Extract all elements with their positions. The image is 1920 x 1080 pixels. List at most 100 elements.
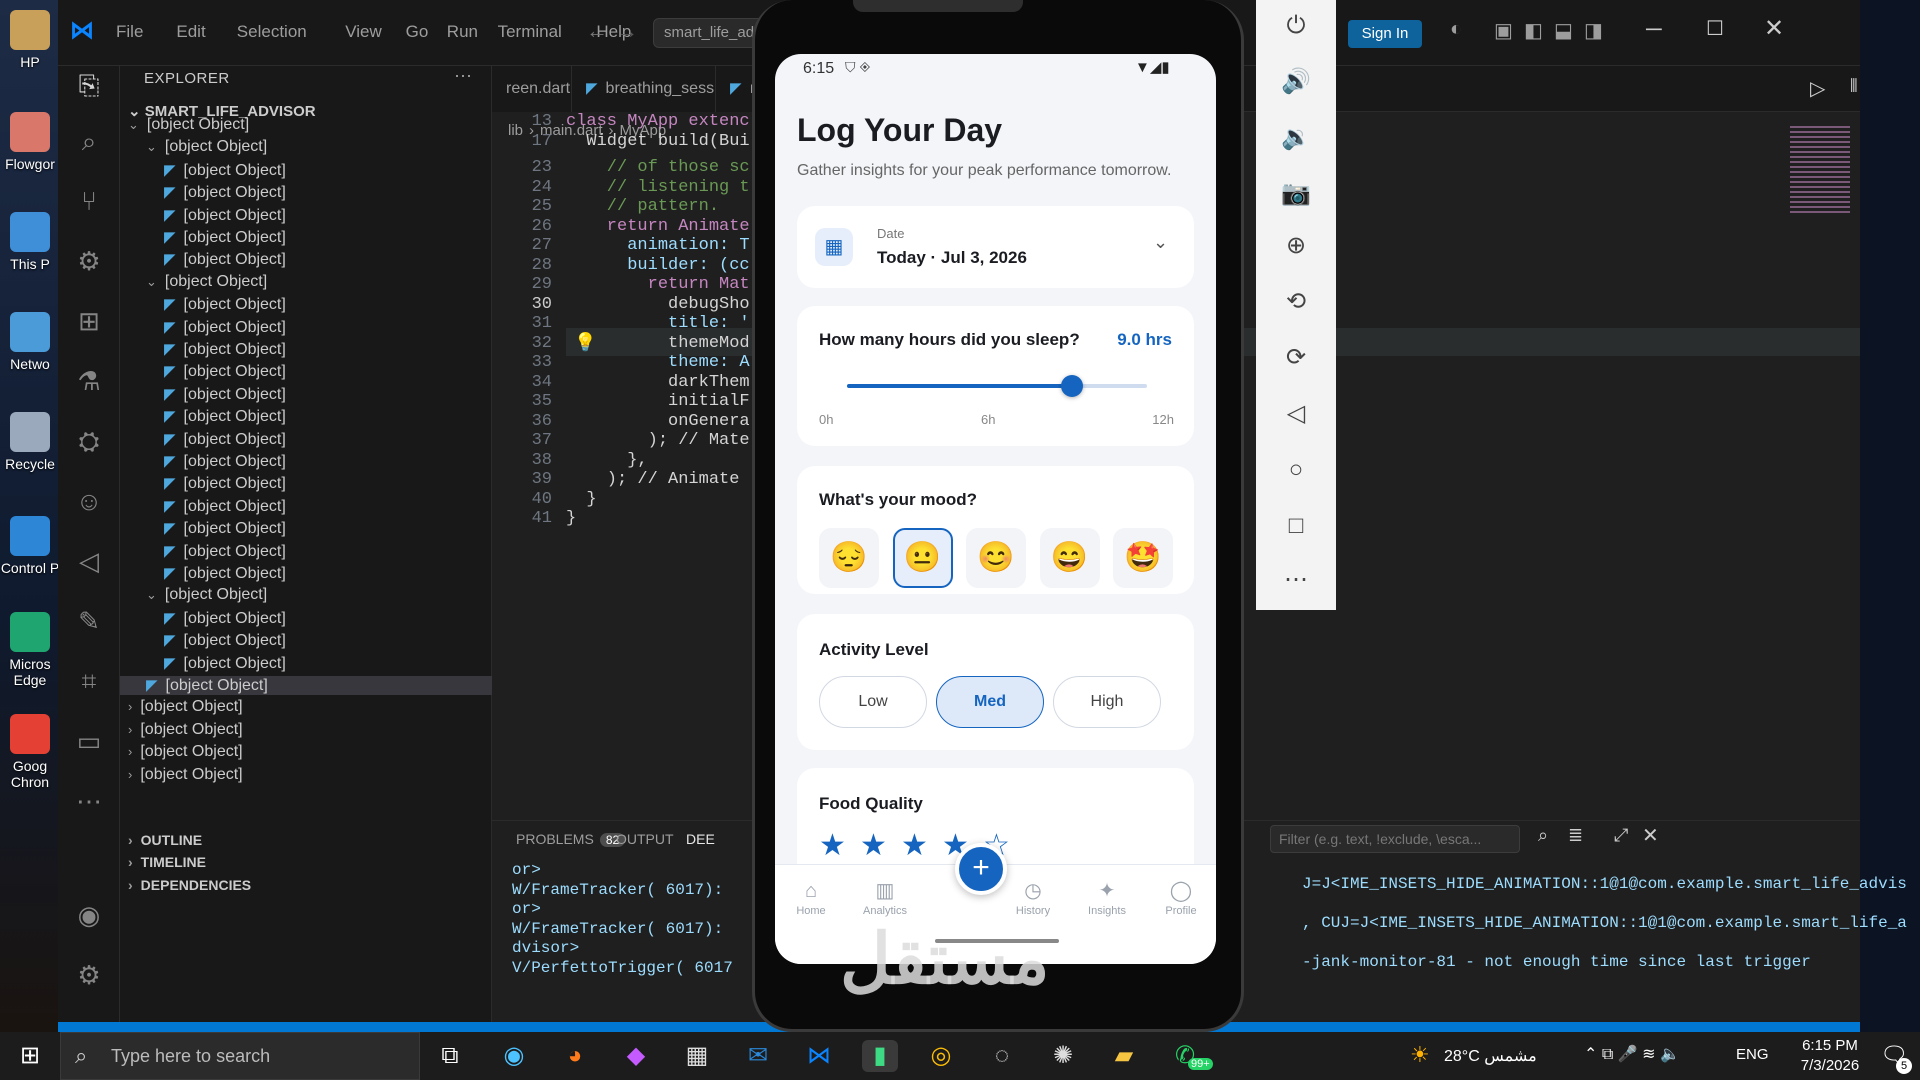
nav-insights[interactable]: ✦ Insights	[1071, 879, 1143, 917]
file-explorer-icon[interactable]: ▰	[1106, 1040, 1142, 1072]
maximize-icon[interactable]: ☐	[1706, 16, 1724, 41]
file-home_screen-dart[interactable]: ◤ [object Object]	[164, 430, 286, 449]
home-icon[interactable]: ○	[1276, 450, 1316, 490]
toggle-secondary-sidebar-icon[interactable]: ◨	[1584, 18, 1603, 43]
file-main-dart[interactable]: ◤ [object Object]	[120, 676, 492, 695]
rotate-right-icon[interactable]: ⟳	[1276, 338, 1316, 378]
m365-icon[interactable]: ◆	[618, 1040, 654, 1072]
file-onboarding_dots-dart[interactable]: ◤ [object Object]	[164, 654, 286, 673]
folder-macos[interactable]: › [object Object]	[128, 721, 243, 739]
vscode-taskbar-icon[interactable]: ⋈	[801, 1040, 837, 1072]
file-animated_info_badge-dart[interactable]: ◤ [object Object]	[164, 609, 286, 628]
desktop-icon[interactable]: Recycle	[0, 412, 60, 472]
nav-analytics[interactable]: ▥ Analytics	[849, 879, 921, 917]
extensions-icon[interactable]: ⊞	[70, 302, 108, 340]
nav-profile[interactable]: ◯ Profile	[1145, 879, 1216, 917]
python-icon[interactable]: ⛭	[70, 422, 108, 460]
close-panel-icon[interactable]: ✕	[1642, 823, 1659, 848]
panel-tab-output[interactable]: OUTPUT	[616, 831, 674, 847]
search-icon[interactable]: ⌕	[70, 122, 108, 160]
clear-output-icon[interactable]: ≣	[1568, 825, 1583, 846]
file-signup_screen-dart[interactable]: ◤ [object Object]	[164, 542, 286, 561]
desktop-icon[interactable]: Flowgor	[0, 112, 60, 172]
clock[interactable]: 6:15 PM 7/3/2026	[1792, 1036, 1868, 1076]
close-window-icon[interactable]: ✕	[1764, 14, 1784, 43]
mood-option[interactable]: 😄	[1039, 528, 1100, 588]
remote-explorer-icon[interactable]: ⌗	[70, 662, 108, 700]
task-view-icon[interactable]: ⧉	[432, 1040, 468, 1072]
emulator-taskbar-icon[interactable]: ▮	[862, 1040, 898, 1072]
file-breathing_session_screen-dart[interactable]: ◤ [object Object]	[164, 362, 286, 381]
file-history_screen-dart[interactable]: ◤ [object Object]	[164, 407, 286, 426]
flutter-icon[interactable]: ◁	[70, 542, 108, 580]
panel-filter-input[interactable]: Filter (e.g. text, !exclude, \esca...	[1270, 825, 1520, 853]
section-timeline[interactable]: › TIMELINE	[128, 854, 206, 870]
file-user_profile_service-dart[interactable]: ◤ [object Object]	[164, 206, 286, 225]
desktop-icon[interactable]: HP	[0, 10, 60, 70]
panel-tab-problems[interactable]: PROBLEMS 82	[516, 831, 626, 847]
folder-core[interactable]: ⌄ [object Object]	[146, 138, 267, 156]
run-debug-icon[interactable]: ⚙	[70, 242, 108, 280]
back-icon[interactable]: ◁	[1276, 394, 1316, 434]
menu-view[interactable]: View	[345, 22, 382, 42]
nav-home[interactable]: ⌂ Home	[775, 879, 847, 917]
minimize-icon[interactable]: ─	[1646, 16, 1662, 42]
source-control-icon[interactable]: ⑂	[70, 182, 108, 220]
file-ai_insights_screen-dart[interactable]: ◤ [object Object]	[164, 318, 286, 337]
folder-screens[interactable]: ⌄ [object Object]	[146, 273, 267, 291]
file-wellness_analytics-dart[interactable]: ◤ [object Object]	[164, 250, 286, 269]
file-analytics_screen-dart[interactable]: ◤ [object Object]	[164, 340, 286, 359]
desktop-icon[interactable]: Micros Edge	[0, 612, 60, 688]
edge-icon[interactable]: ◉	[496, 1040, 532, 1072]
desktop-icon[interactable]: Control P	[0, 516, 60, 576]
desktop-icon[interactable]: Goog Chron	[0, 714, 60, 790]
volume-up-icon[interactable]: 🔊	[1276, 62, 1316, 102]
mood-option[interactable]: 😔	[819, 528, 879, 588]
overview-icon[interactable]: □	[1276, 506, 1316, 546]
editor-tab[interactable]: ◤ breathing_sessic	[572, 66, 716, 112]
more-options-icon[interactable]: ⋯	[1276, 560, 1316, 600]
chatgpt-icon[interactable]: ✺	[1045, 1040, 1081, 1072]
section-outline[interactable]: › OUTLINE	[128, 832, 202, 848]
file-routes-dart[interactable]: ◤ [object Object]	[164, 161, 286, 180]
file-splash_screen-dart[interactable]: ◤ [object Object]	[164, 564, 286, 583]
folder-lib[interactable]: ⌄ [object Object]	[128, 116, 249, 134]
zoom-icon[interactable]: ⊕	[1276, 226, 1316, 266]
power-icon[interactable]: ⏻	[1276, 6, 1316, 46]
add-entry-fab[interactable]: +	[955, 843, 1007, 895]
account-icon[interactable]: ◉	[70, 896, 108, 934]
nav-history[interactable]: ◷ History	[997, 879, 1069, 917]
camera-icon[interactable]: 📷	[1276, 174, 1316, 214]
star-filled-icon[interactable]: ★	[860, 828, 887, 863]
sleep-slider-thumb[interactable]	[1061, 375, 1083, 397]
mood-option[interactable]: 😐	[892, 528, 953, 588]
sign-in-button[interactable]: Sign In	[1348, 20, 1422, 48]
sleep-slider[interactable]	[847, 375, 1147, 397]
menu-file[interactable]: File	[116, 22, 143, 42]
date-selector[interactable]: ▦ Date Today · Jul 3, 2026 ⌄	[797, 206, 1194, 288]
maximize-panel-icon[interactable]: ⤢	[1614, 825, 1628, 846]
obs-icon[interactable]: ◌	[984, 1040, 1020, 1072]
activity-high-button[interactable]: High	[1053, 676, 1161, 728]
minimap[interactable]	[1790, 126, 1850, 216]
forward-arrow-icon[interactable]: →	[616, 18, 638, 44]
menu-terminal[interactable]: Terminal	[498, 22, 562, 42]
more-icon[interactable]: ⋯	[70, 782, 108, 820]
desktop-icon[interactable]: Netwo	[0, 312, 60, 372]
panel-search-icon[interactable]: ⌕	[1538, 825, 1548, 846]
outlook-icon[interactable]: ✉	[740, 1040, 776, 1072]
explorer-icon[interactable]: ⎘	[70, 66, 108, 104]
editor-tab[interactable]: reen.dart	[492, 66, 572, 112]
file-onboarding_screen-dart[interactable]: ◤ [object Object]	[164, 497, 286, 516]
toggle-panel-icon[interactable]: ⬓	[1554, 18, 1573, 43]
folder-widgets[interactable]: ⌄ [object Object]	[146, 586, 267, 604]
menu-go[interactable]: Go	[406, 22, 429, 42]
copilot-chat-icon[interactable]: ☺	[70, 482, 108, 520]
file-profile_screen-dart[interactable]: ◤ [object Object]	[164, 519, 286, 538]
toggle-sidebar-icon[interactable]: ◧	[1524, 18, 1543, 43]
mood-option[interactable]: 😊	[966, 528, 1026, 588]
tray-icons[interactable]: ⌃ ⧉ 🎤 ≋ 🔈	[1584, 1044, 1680, 1064]
rotate-left-icon[interactable]: ⟲	[1276, 282, 1316, 322]
folder-linux[interactable]: › [object Object]	[128, 698, 243, 716]
taskbar-search[interactable]: ⌕ Type here to search	[60, 1032, 420, 1080]
